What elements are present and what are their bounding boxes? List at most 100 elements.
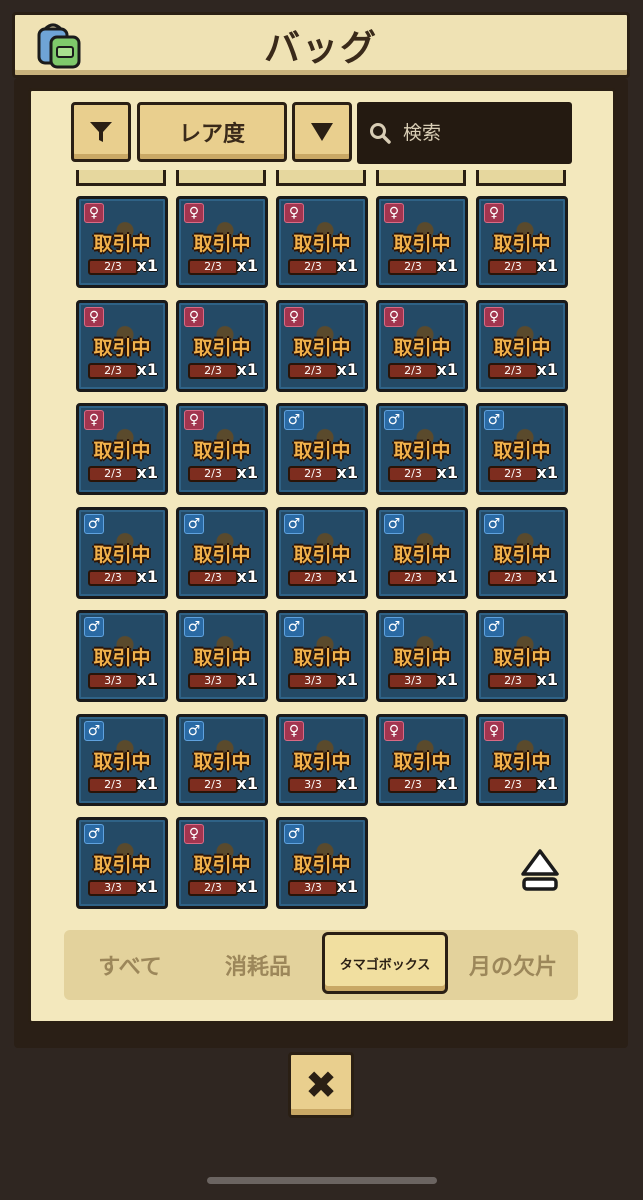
list-item[interactable]: ♂ 取引中 3/3 x1	[276, 610, 368, 702]
page-title: バッグ	[263, 28, 378, 69]
list-item[interactable]: ♂ 取引中 3/3 x1	[76, 817, 168, 909]
female-icon: ♀	[84, 203, 104, 223]
male-icon: ♂	[484, 617, 504, 637]
trade-status-label: 取引中	[93, 440, 151, 462]
trade-status-label: 取引中	[93, 233, 151, 255]
tab-egg-box[interactable]: タマゴボックス	[322, 932, 448, 994]
list-item-partial[interactable]	[376, 170, 466, 186]
trade-status-label: 取引中	[493, 336, 551, 359]
trade-status-label: 取引中	[493, 543, 551, 566]
search-icon	[370, 123, 391, 144]
trade-status-label: 取引中	[193, 854, 251, 876]
item-count: x1	[336, 463, 358, 482]
list-item[interactable]: ♀ 取引中 2/3 x1	[476, 713, 568, 806]
female-icon: ♀	[184, 410, 204, 430]
list-item[interactable]: ♂ 取引中 2/3 x1	[476, 403, 568, 495]
item-count: x1	[436, 359, 458, 379]
close-button[interactable]: ✖	[288, 1052, 354, 1118]
tab-consumables[interactable]: 消耗品	[196, 930, 320, 1000]
hatch-progress: 2/3	[88, 466, 138, 482]
list-item[interactable]: ♂ 取引中 3/3 x1	[276, 817, 368, 909]
item-count: x1	[136, 463, 158, 482]
list-item[interactable]: ♂ 取引中 2/3 x1	[76, 506, 168, 599]
female-icon: ♀	[184, 824, 204, 844]
item-count: x1	[436, 670, 458, 689]
tab-all[interactable]: すべて	[64, 930, 196, 1000]
list-item[interactable]: ♀ 取引中 2/3 x1	[376, 299, 468, 392]
trade-status-label: 取引中	[393, 233, 451, 255]
list-item[interactable]: ♂ 取引中 2/3 x1	[476, 506, 568, 599]
list-item[interactable]: ♂ 取引中 3/3 x1	[376, 610, 468, 702]
list-item-partial[interactable]	[76, 170, 166, 186]
item-count: x1	[336, 773, 358, 793]
female-icon: ♀	[484, 720, 504, 741]
item-count: x1	[336, 359, 358, 379]
filter-button[interactable]	[71, 102, 131, 162]
trade-status-label: 取引中	[193, 543, 251, 566]
hatch-progress: 2/3	[188, 776, 238, 793]
list-item[interactable]: ♂ 取引中 2/3 x1	[176, 506, 268, 599]
list-item[interactable]: ♀ 取引中 2/3 x1	[376, 713, 468, 806]
female-icon: ♀	[184, 203, 204, 223]
trade-status-label: 取引中	[193, 647, 251, 669]
list-item[interactable]: ♀ 取引中 2/3 x1	[176, 299, 268, 392]
list-item[interactable]: ♀ 取引中 2/3 x1	[376, 196, 468, 288]
scroll-to-top-button[interactable]	[520, 848, 560, 892]
tab-moon-fragments[interactable]: 月の欠片	[450, 930, 576, 1000]
list-item[interactable]: ♂ 取引中 3/3 x1	[76, 610, 168, 702]
hatch-progress: 2/3	[488, 569, 538, 586]
list-item[interactable]: ♀ 取引中 2/3 x1	[176, 817, 268, 909]
list-item[interactable]: ♀ 取引中 2/3 x1	[276, 196, 368, 288]
hatch-progress: 2/3	[488, 776, 538, 793]
list-item[interactable]: ♀ 取引中 2/3 x1	[176, 403, 268, 495]
male-icon: ♂	[84, 720, 104, 741]
list-item[interactable]: ♀ 取引中 2/3 x1	[76, 299, 168, 392]
filter-icon	[90, 122, 112, 142]
trade-status-label: 取引中	[93, 647, 151, 669]
list-item[interactable]: ♀ 取引中 2/3 x1	[176, 196, 268, 288]
female-icon: ♀	[384, 720, 404, 741]
list-item[interactable]: ♀ 取引中 2/3 x1	[476, 196, 568, 288]
hatch-progress: 2/3	[188, 569, 238, 586]
item-count: x1	[536, 566, 558, 586]
hatch-progress: 2/3	[488, 259, 538, 275]
item-count: x1	[436, 773, 458, 793]
hatch-progress: 2/3	[288, 466, 338, 482]
list-item[interactable]: ♂ 取引中 2/3 x1	[476, 610, 568, 702]
list-item[interactable]: ♀ 取引中 2/3 x1	[76, 196, 168, 288]
sort-rarity-button[interactable]: レア度	[137, 102, 287, 162]
hatch-progress: 2/3	[88, 776, 138, 793]
list-item[interactable]: ♂ 取引中 2/3 x1	[76, 713, 168, 806]
search-input[interactable]	[403, 122, 553, 144]
list-item[interactable]: ♀ 取引中 2/3 x1	[76, 403, 168, 495]
hatch-progress: 2/3	[388, 362, 438, 379]
trade-status-label: 取引中	[293, 543, 351, 566]
trade-status-label: 取引中	[193, 336, 251, 359]
scrolled-row-partial	[74, 170, 574, 186]
hatch-progress: 2/3	[288, 259, 338, 275]
list-item[interactable]: ♂ 取引中 2/3 x1	[276, 506, 368, 599]
sort-order-button[interactable]	[292, 102, 352, 162]
hatch-progress: 2/3	[388, 466, 438, 482]
hatch-progress: 2/3	[188, 880, 238, 896]
list-item-partial[interactable]	[476, 170, 566, 186]
list-item[interactable]: ♂ 取引中 2/3 x1	[276, 403, 368, 495]
list-item-partial[interactable]	[176, 170, 266, 186]
list-item[interactable]: ♂ 取引中 2/3 x1	[176, 713, 268, 806]
item-count: x1	[136, 670, 158, 689]
list-item[interactable]: ♂ 取引中 2/3 x1	[376, 506, 468, 599]
item-count: x1	[136, 773, 158, 793]
list-item[interactable]: ♀ 取引中 2/3 x1	[276, 299, 368, 392]
item-count: x1	[436, 463, 458, 482]
list-item[interactable]: ♀ 取引中 2/3 x1	[476, 299, 568, 392]
list-item-partial[interactable]	[276, 170, 366, 186]
male-icon: ♂	[484, 410, 504, 430]
male-icon: ♂	[284, 513, 304, 534]
list-item[interactable]: ♂ 取引中 2/3 x1	[376, 403, 468, 495]
list-item[interactable]: ♀ 取引中 3/3 x1	[276, 713, 368, 806]
hatch-progress: 3/3	[288, 880, 338, 896]
search-field[interactable]	[357, 102, 572, 164]
trade-status-label: 取引中	[293, 233, 351, 255]
hatch-progress: 3/3	[388, 673, 438, 689]
list-item[interactable]: ♂ 取引中 3/3 x1	[176, 610, 268, 702]
